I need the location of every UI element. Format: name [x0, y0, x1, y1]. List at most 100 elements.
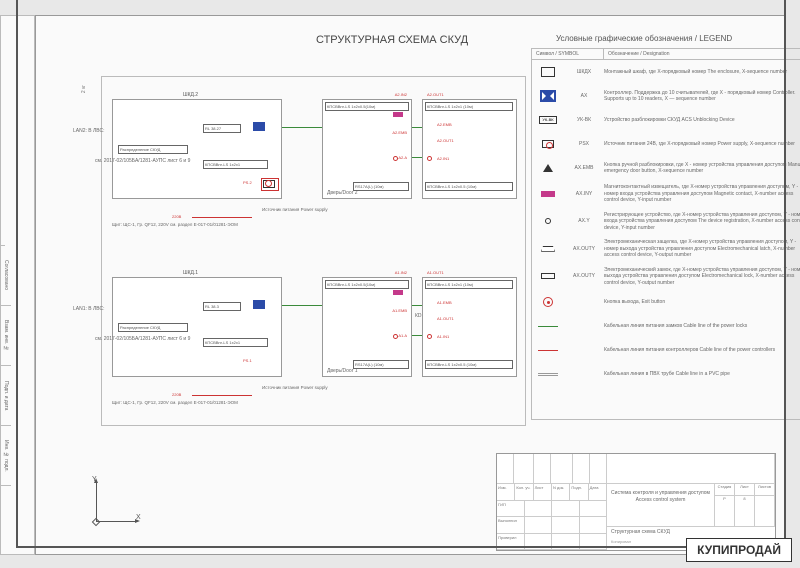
- rs-label: RS17A(L) (10м): [353, 182, 409, 191]
- voltage-label: 220В: [172, 214, 181, 219]
- legend-header: Символ / SYMBOL Обозначение / Designatio…: [532, 49, 800, 60]
- enclosure-icon: [541, 67, 555, 77]
- aa-label: A2.A: [398, 155, 407, 160]
- out-label: A2.OUT1: [427, 92, 444, 97]
- cable-label: КПСВВнг-LS 1x2x0.5 (10м): [425, 360, 513, 369]
- reader-icon: [393, 156, 398, 161]
- drawing-title: СТРУКТУРНАЯ СХЕМА СКУД: [316, 34, 468, 46]
- left-rail: Согласовано Взам. инв. № Подп. и дата Ин…: [0, 15, 35, 555]
- rail-cell: Подп. и дата: [1, 366, 11, 426]
- reader-icon: [393, 334, 398, 339]
- tb-row: Проверил: [497, 534, 607, 551]
- rail-cell: [1, 16, 5, 246]
- rs-label: RS17A(L) (10м): [353, 360, 409, 369]
- pwr-ref: Щит: ЩС-1, Гр. QF12, 220V см. раздел Е-0…: [112, 222, 238, 227]
- red-line-icon: [538, 350, 558, 351]
- rail-cell: Инв. № подл.: [1, 426, 11, 486]
- x-label: X: [136, 514, 141, 521]
- exit-icon: [543, 297, 553, 307]
- legend-row: AX.EMBКнопка ручной разблокировки, где X…: [532, 156, 800, 180]
- rasp-box: Распределение СКУД: [118, 323, 188, 332]
- tb-empty-rows: [497, 454, 775, 484]
- pwr-ref: Щит: ЩС-1, Гр. QF12, 220V см. раздел Е-0…: [112, 400, 238, 405]
- power-wire: [192, 217, 252, 218]
- legend-row: AX.YРегистрирующее устройство, где X-ном…: [532, 208, 800, 236]
- lan-label: LAN2: В ЛВС:: [73, 128, 104, 134]
- legend-row: Кнопка выхода, Exit button: [532, 290, 800, 314]
- psu-icon: [542, 140, 554, 148]
- emb-label: A1.EMB: [392, 308, 407, 313]
- reader-icon: [427, 156, 432, 161]
- legend-row: ШКДХМонтажный шкаф, где X-порядковый ном…: [532, 60, 800, 84]
- magnet-icon: [393, 290, 403, 295]
- coordinate-axis: Y X: [84, 474, 144, 534]
- origin-icon: [92, 518, 100, 526]
- rasp-box: Распределение СКУД: [118, 145, 188, 154]
- legend-row: AX.OUTYЭлектромеханическая защелка, где …: [532, 235, 800, 263]
- controller-icon: [253, 122, 265, 131]
- legend-row: Кабельная линия питания замков Cable lin…: [532, 314, 800, 338]
- lock-icon: [541, 273, 555, 279]
- data-wire: [282, 127, 322, 128]
- data-wire: [412, 335, 422, 336]
- tb-header-row: Изм.Кол. уч.ЛистN док.Подп.Дата: [497, 484, 607, 501]
- emb-label: A2.EMB: [392, 130, 407, 135]
- watermark: КУПИПРОДАЙ: [686, 538, 792, 562]
- emb-label: A2.EMB: [437, 122, 452, 127]
- data-wire: [412, 305, 422, 306]
- voltage-label: 220В: [172, 392, 181, 397]
- legend-row: AX.INYМагнитоконтактный извещатель, где …: [532, 180, 800, 208]
- rail-cell: Согласовано: [1, 246, 11, 306]
- legend-box: Символ / SYMBOL Обозначение / Designatio…: [531, 48, 800, 420]
- block-label: ШКД.2: [183, 92, 198, 98]
- controller-block-top: ШКД.2 LAN2: В ЛВС: Распределение СКУД см…: [112, 99, 282, 199]
- cable-label: КПСВВнг-LS 1x2x1: [203, 160, 268, 169]
- title-block: Изм.Кол. уч.ЛистN док.Подп.Дата ГИП Выпо…: [496, 453, 776, 551]
- out1-label: A2.OUT1: [437, 138, 454, 143]
- data-wire: [412, 157, 422, 158]
- reader-icon: [545, 218, 551, 224]
- in1-label: A1.IN1: [437, 334, 449, 339]
- cable-label: КПСВВнг-LS 1x2x1 (10м): [425, 102, 513, 111]
- legend-row: Кабельная линия в ПВХ трубе Cable line i…: [532, 362, 800, 386]
- tb-slr-header: СтадияЛистЛистов: [715, 484, 775, 496]
- latch-icon: [541, 246, 555, 252]
- ref-label: см. 2017-02/105БА/1281-АУПС лист 6 и 9: [95, 336, 195, 342]
- door-block: A2.IN2 КПСВВнг-LS 1x2x0.5(10м) A2.EMB A2…: [322, 99, 412, 199]
- legend-row: PSXИсточник питания 24В, где X-порядковы…: [532, 132, 800, 156]
- legend-row: УК-ВКУК-ВКУстройство разблокировки СКУД …: [532, 108, 800, 132]
- legend-col-symbol: Символ / SYMBOL: [532, 49, 604, 59]
- tb-description: Система контроля и управления доступом A…: [607, 484, 715, 526]
- rail-cell: Взам. инв. №: [1, 306, 11, 366]
- door-block: A2.OUT1 КПСВВнг-LS 1x2x1 (10м) A2.EMB A2…: [422, 99, 517, 199]
- schematic: ШКД.2 LAN2: В ЛВС: Распределение СКУД см…: [101, 76, 526, 426]
- magnet-icon: [541, 191, 555, 197]
- x-axis-icon: [96, 521, 136, 522]
- y-axis-icon: [96, 482, 97, 522]
- unblock-icon: УК-ВК: [539, 116, 557, 124]
- out1-label: A1.OUT1: [437, 316, 454, 321]
- ps-box: [261, 178, 279, 191]
- legend-col-designation: Обозначение / Designation: [604, 49, 800, 59]
- tb-row: Выполнил: [497, 517, 607, 534]
- cable-label: КПСВВнг-LS 1x2x1 (10м): [425, 280, 513, 289]
- ctrl-label: RL 38.3: [203, 302, 241, 311]
- controller-block-bot: ШКД.1 LAN1: В ЛВС: Распределение СКУД см…: [112, 277, 282, 377]
- pvc-line-icon: [538, 373, 558, 376]
- green-line-icon: [538, 326, 558, 327]
- cable-label: КПСВВнг-LS 1x2x1: [203, 338, 268, 347]
- out-label: A1.OUT1: [427, 270, 444, 275]
- ref-label: см. 2017-02/105БА/1281-АУПС лист 6 и 9: [95, 158, 195, 164]
- ctrl-label: RL 38.27: [203, 124, 241, 133]
- controller-icon: [540, 90, 556, 102]
- legend-row: Кабельная линия питания контроллеров Cab…: [532, 338, 800, 362]
- magnet-icon: [393, 112, 403, 117]
- ps-label: PS.2: [243, 180, 252, 185]
- controller-icon: [253, 300, 265, 309]
- data-wire: [412, 127, 422, 128]
- power-wire: [192, 395, 252, 396]
- aa-label: A1.A: [398, 333, 407, 338]
- drawing-canvas[interactable]: СТРУКТУРНАЯ СХЕМА СКУД Условные графичес…: [35, 15, 785, 555]
- in1-label: A2.IN1: [437, 156, 449, 161]
- pwr-label: Источник питания Power supply: [262, 385, 328, 390]
